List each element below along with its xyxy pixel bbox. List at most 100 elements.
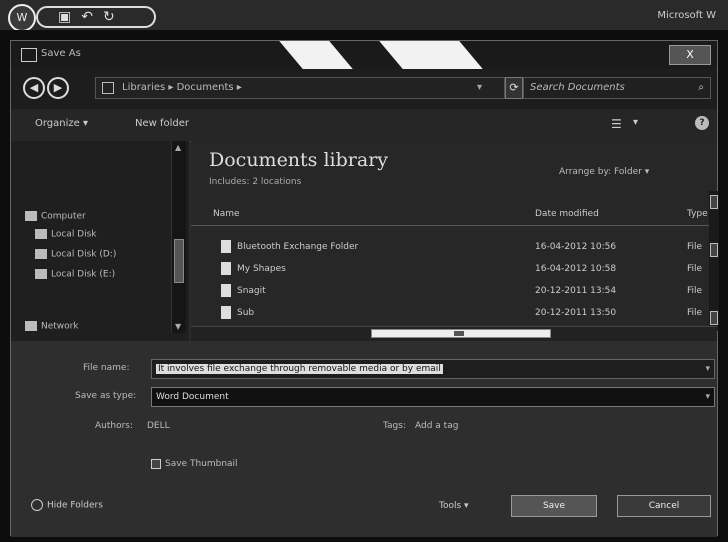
chevron-down-icon[interactable]: ▾: [705, 388, 710, 406]
nav-disk-e[interactable]: Local Disk (E:): [35, 269, 115, 280]
nav-item-label: Local Disk (D:): [51, 249, 117, 260]
save-type-label: Save as type:: [75, 391, 137, 401]
window-title: Microsoft W: [657, 10, 716, 21]
word-quick-access-toolbar: W ▣ ↶ ↻ Microsoft W: [0, 0, 728, 32]
library-title: Documents library: [209, 149, 389, 171]
library-subtitle[interactable]: Includes: 2 locations: [209, 177, 301, 187]
scroll-up-icon[interactable]: [710, 195, 718, 209]
authors-label: Authors:: [95, 421, 134, 431]
scroll-thumb[interactable]: [174, 239, 184, 283]
search-input[interactable]: Search Documents ⌕: [523, 77, 711, 99]
folder-icon: [221, 284, 231, 297]
save-icon[interactable]: ▣: [58, 9, 71, 25]
address-bar[interactable]: Libraries ▸ Documents ▸ ▾: [95, 77, 505, 99]
nav-item-label: Local Disk: [51, 229, 97, 240]
nav-computer[interactable]: Computer: [25, 211, 86, 222]
hide-folders-button[interactable]: Hide Folders: [31, 499, 103, 511]
file-date: 16-04-2012 10:58: [535, 264, 617, 274]
undo-icon[interactable]: ↶: [81, 9, 93, 25]
network-icon: [25, 321, 37, 331]
tools-dropdown[interactable]: Tools ▾: [439, 501, 469, 511]
authors-value[interactable]: DELL: [147, 421, 170, 431]
scroll-thumb[interactable]: [710, 243, 718, 257]
file-list-hscrollbar[interactable]: [191, 326, 717, 341]
search-placeholder: Search Documents: [530, 82, 625, 93]
file-row[interactable]: My Shapes 16-04-2012 10:58 File: [191, 259, 717, 281]
search-icon[interactable]: ⌕: [698, 78, 704, 98]
nav-item-label: Computer: [41, 211, 86, 222]
nav-network[interactable]: Network: [25, 321, 79, 332]
cancel-button[interactable]: Cancel: [617, 495, 711, 517]
save-thumbnail-checkbox[interactable]: [151, 459, 161, 469]
drive-icon: [35, 249, 47, 259]
computer-icon: [25, 211, 37, 221]
column-headers: Name Date modified Type: [191, 203, 717, 226]
drive-icon: [35, 269, 47, 279]
folder-icon: [102, 82, 114, 94]
file-date: 20-12-2011 13:54: [535, 286, 617, 296]
file-type: File: [687, 286, 703, 296]
new-folder-button[interactable]: New folder: [135, 118, 189, 129]
file-row[interactable]: Sub 20-12-2011 13:50 File: [191, 303, 717, 325]
save-form: File name: It involves file exchange thr…: [11, 341, 717, 537]
address-path: Libraries ▸ Documents ▸: [122, 82, 242, 93]
scroll-up-icon[interactable]: ▲: [175, 143, 181, 152]
nav-disk-d[interactable]: Local Disk (D:): [35, 249, 116, 260]
forward-button[interactable]: ▶: [47, 77, 69, 99]
arrange-by[interactable]: Arrange by: Folder ▾: [559, 167, 649, 177]
file-type: File: [687, 264, 703, 274]
chevron-down-icon[interactable]: ▾: [705, 360, 710, 378]
file-type: File: [687, 242, 703, 252]
folder-icon: [221, 240, 231, 253]
nav-local-disk[interactable]: Local Disk: [35, 229, 97, 240]
redo-icon[interactable]: ↻: [103, 9, 115, 25]
column-name[interactable]: Name: [213, 209, 240, 219]
folder-icon: [221, 262, 231, 275]
back-button[interactable]: ◀: [23, 77, 45, 99]
scroll-down-icon[interactable]: ▼: [175, 322, 181, 331]
file-name: Sub: [237, 308, 255, 318]
tags-value[interactable]: Add a tag: [415, 421, 458, 431]
save-type-select[interactable]: Word Document ▾: [151, 387, 715, 407]
save-as-dialog: Save As X ◀ ▶ Libraries ▸ Documents ▸ ▾ …: [10, 40, 719, 537]
file-row[interactable]: Snagit 20-12-2011 13:54 File: [191, 281, 717, 303]
address-row: ◀ ▶ Libraries ▸ Documents ▸ ▾ ⟳ Search D…: [11, 69, 717, 109]
save-type-value: Word Document: [156, 392, 229, 402]
drive-icon: [35, 229, 47, 239]
file-list-vscrollbar[interactable]: [709, 191, 719, 331]
dialog-title: Save As: [41, 48, 81, 59]
file-name: Bluetooth Exchange Folder: [237, 242, 359, 252]
refresh-button[interactable]: ⟳: [505, 77, 523, 99]
tags-label: Tags:: [383, 421, 406, 431]
chevron-down-icon[interactable]: ▾: [477, 78, 482, 98]
decorative-stripe: [379, 41, 483, 69]
close-button[interactable]: X: [669, 45, 711, 65]
save-button[interactable]: Save: [511, 495, 597, 517]
save-thumbnail-label: Save Thumbnail: [165, 459, 238, 469]
decorative-stripe: [279, 41, 353, 69]
nav-scrollbar[interactable]: ▲ ▼: [171, 141, 186, 333]
view-dropdown-icon[interactable]: ▾: [633, 117, 638, 128]
file-name-input[interactable]: It involves file exchange through remova…: [151, 359, 715, 379]
command-bar: Organize ▾ New folder ☰ ▾ ?: [11, 109, 717, 142]
column-type[interactable]: Type: [687, 209, 708, 219]
nav-item-label: Network: [41, 321, 79, 332]
column-date[interactable]: Date modified: [535, 209, 599, 219]
dialog-icon: [21, 48, 37, 62]
file-name-value: It involves file exchange through remova…: [156, 364, 443, 374]
office-button[interactable]: W: [8, 4, 36, 32]
hscroll-thumb[interactable]: [371, 329, 551, 338]
view-icon[interactable]: ☰: [611, 117, 622, 131]
arrange-label: Arrange by:: [559, 167, 612, 177]
dialog-title-bar: Save As X: [11, 41, 717, 69]
file-list-pane: Documents library Includes: 2 locations …: [191, 141, 717, 325]
file-date: 20-12-2011 13:50: [535, 308, 617, 318]
navigation-pane: Computer Local Disk Local Disk (D:) Loca…: [11, 141, 189, 341]
hide-folders-label: Hide Folders: [47, 500, 103, 511]
organize-button[interactable]: Organize ▾: [35, 118, 88, 129]
arrange-value[interactable]: Folder ▾: [614, 167, 649, 177]
file-row[interactable]: Bluetooth Exchange Folder 16-04-2012 10:5…: [191, 237, 717, 259]
scroll-down-icon[interactable]: [710, 311, 718, 325]
help-icon[interactable]: ?: [695, 116, 709, 130]
file-name: Snagit: [237, 286, 266, 296]
